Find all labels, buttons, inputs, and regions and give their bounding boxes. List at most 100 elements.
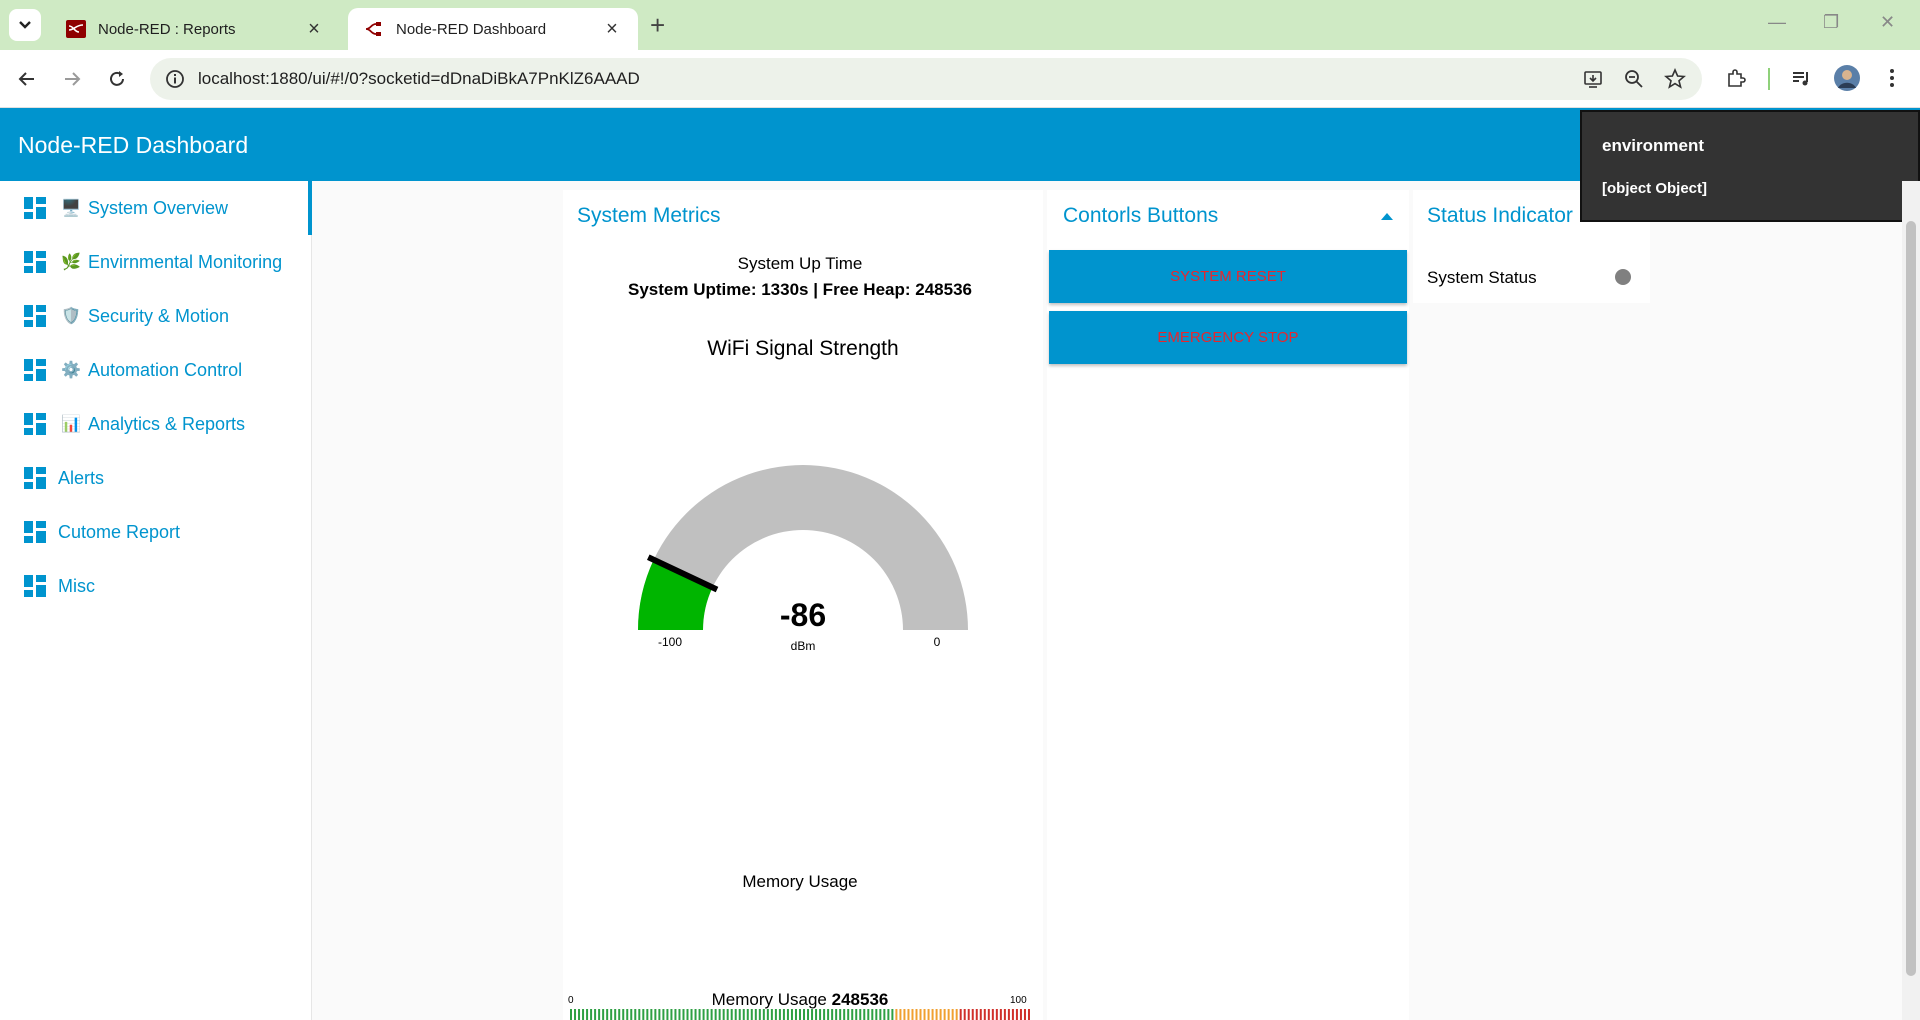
close-icon[interactable]: × [602, 19, 622, 39]
memory-bar-segment [782, 1009, 785, 1020]
memory-bar-segment [863, 1009, 866, 1020]
back-button[interactable] [12, 64, 42, 94]
browser-tab-dashboard[interactable]: Node-RED Dashboard × [348, 8, 638, 50]
browser-tab-reports[interactable]: Node-RED : Reports × [50, 8, 340, 50]
memory-bar-segment [979, 1009, 982, 1020]
install-app-icon[interactable] [1582, 68, 1604, 90]
memory-bar-segment [622, 1009, 625, 1020]
memory-bar-segment [634, 1009, 637, 1020]
memory-bar-segment [847, 1009, 850, 1020]
memory-bar-segment [758, 1009, 761, 1020]
computer-icon: 🖥️ [61, 200, 81, 217]
memory-bar-segment [586, 1009, 589, 1020]
memory-bar-segment [794, 1009, 797, 1020]
collapse-caret-icon[interactable] [1380, 211, 1394, 221]
memory-bar-segment [658, 1009, 661, 1020]
new-tab-button[interactable]: + [650, 12, 665, 38]
memory-bar-segment [778, 1009, 781, 1020]
address-bar[interactable]: localhost:1880/ui/#!/0?socketid=dDnaDiBk… [150, 58, 1702, 100]
sidebar-item-system-overview[interactable]: 🖥️ System Overview [0, 181, 312, 235]
dashboard-icon [24, 575, 46, 597]
back-arrow-icon [18, 72, 34, 86]
extensions-icon[interactable] [1722, 64, 1750, 92]
memory-bar-segment [827, 1009, 830, 1020]
memory-bar-segment [786, 1009, 789, 1020]
memory-bar-segment [983, 1009, 986, 1020]
minimize-icon[interactable]: — [1768, 12, 1786, 33]
media-control-icon[interactable] [1787, 64, 1815, 92]
tab-title: Node-RED Dashboard [396, 20, 547, 38]
memory-bar-segment [682, 1009, 685, 1020]
memory-bar-segment [987, 1009, 990, 1020]
memory-bar-segment [734, 1009, 737, 1020]
memory-bar-segment [606, 1009, 609, 1020]
restore-icon[interactable]: ❐ [1823, 12, 1839, 33]
memory-bar-segment [666, 1009, 669, 1020]
memory-bar-segment [803, 1009, 806, 1020]
memory-bar-segment [714, 1009, 717, 1020]
sidebar: 🖥️ System Overview 🌿 Envirnmental Monito… [0, 181, 312, 1020]
dashboard-icon [24, 305, 46, 327]
memory-bar-segment [963, 1009, 966, 1020]
zoom-out-icon[interactable] [1623, 68, 1645, 90]
browser-menu-icon[interactable] [1878, 64, 1906, 92]
memory-bar-segment [971, 1009, 974, 1020]
status-led [1615, 269, 1631, 285]
wifi-gauge-title: WiFi Signal Strength [707, 337, 899, 360]
gauge-min-label: -100 [658, 635, 682, 649]
memory-bar-segment [1015, 1009, 1018, 1020]
window-close-icon[interactable]: ✕ [1880, 12, 1895, 33]
memory-bar-segment [694, 1009, 697, 1020]
bookmark-star-icon[interactable] [1664, 68, 1686, 90]
memory-bar-segment [959, 1009, 962, 1020]
memory-bar-segment [770, 1009, 773, 1020]
memory-bar-segment [867, 1009, 870, 1020]
dashboard-icon [24, 467, 46, 489]
close-icon[interactable]: × [304, 19, 324, 39]
emergency-stop-button[interactable]: EMERGENCY STOP [1049, 311, 1407, 364]
environment-tooltip: environment [object Object] [1580, 110, 1920, 222]
memory-bar-segment [674, 1009, 677, 1020]
sidebar-item-automation-control[interactable]: ⚙️ Automation Control [0, 343, 312, 397]
memory-bar-segment [811, 1009, 814, 1020]
memory-bar-segment [887, 1009, 890, 1020]
memory-bar-segment [1007, 1009, 1010, 1020]
system-reset-button[interactable]: SYSTEM RESET [1049, 250, 1407, 303]
sidebar-item-environmental-monitoring[interactable]: 🌿 Envirnmental Monitoring [0, 235, 312, 289]
page-title: Node-RED Dashboard [18, 132, 249, 158]
sidebar-item-security-motion[interactable]: 🛡️ Security & Motion [0, 289, 312, 343]
tooltip-body: [object Object] [1602, 180, 1708, 197]
memory-bar-segment [835, 1009, 838, 1020]
bar-chart-icon: 📊 [61, 416, 81, 433]
sidebar-item-misc[interactable]: Misc [0, 559, 312, 613]
sidebar-item-analytics-reports[interactable]: 📊 Analytics & Reports [0, 397, 312, 451]
memory-bar-segment [831, 1009, 834, 1020]
group-title-system-metrics: System Metrics [577, 204, 721, 227]
sidebar-item-alerts[interactable]: Alerts [0, 451, 312, 505]
forward-button[interactable] [57, 64, 87, 94]
memory-bar-segment [578, 1009, 581, 1020]
memory-bar-segment [766, 1009, 769, 1020]
tab-search-button[interactable] [9, 9, 41, 41]
memory-bar-segment [1011, 1009, 1014, 1020]
memory-bar-segment [1023, 1009, 1026, 1020]
memory-bar-segment [726, 1009, 729, 1020]
scrollbar-thumb[interactable] [1906, 221, 1916, 976]
memory-bar-segment [875, 1009, 878, 1020]
memory-bar-segment [774, 1009, 777, 1020]
memory-bar-segment [1003, 1009, 1006, 1020]
sidebar-item-label: Cutome Report [58, 521, 181, 542]
memory-bar-segment [851, 1009, 854, 1020]
browser-toolbar: localhost:1880/ui/#!/0?socketid=dDnaDiBk… [0, 50, 1920, 108]
sidebar-item-custom-report[interactable]: Cutome Report [0, 505, 312, 559]
memory-bar-segment [642, 1009, 645, 1020]
page-scrollbar[interactable] [1902, 181, 1920, 1020]
memory-bar-segment [710, 1009, 713, 1020]
gauge-unit: dBm [791, 639, 816, 653]
profile-avatar[interactable] [1833, 64, 1861, 92]
site-info-icon[interactable] [164, 68, 186, 90]
memory-bar-segment [839, 1009, 842, 1020]
memory-bar-segment [855, 1009, 858, 1020]
reload-button[interactable] [102, 64, 132, 94]
uptime-value: System Uptime: 1330s | Free Heap: 248536 [628, 280, 972, 299]
